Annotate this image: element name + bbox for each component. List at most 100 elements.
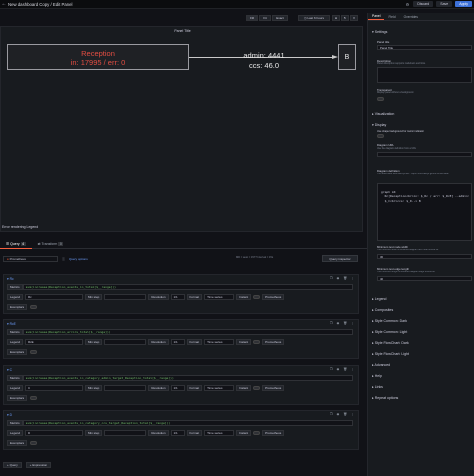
- metrics-label[interactable]: Metrics: [7, 375, 23, 381]
- metrics-label[interactable]: Metrics: [7, 420, 23, 426]
- back-arrow-icon[interactable]: ←: [0, 1, 8, 7]
- query-count-badge: 4: [20, 241, 26, 246]
- format-select[interactable]: Time series: [204, 339, 235, 345]
- format-select[interactable]: Time series: [204, 430, 235, 436]
- instant-toggle[interactable]: [253, 431, 261, 435]
- exemplars-toggle[interactable]: [30, 305, 38, 309]
- fill-toggle[interactable]: Fill: [246, 15, 258, 21]
- help-icon[interactable]: ⓘ: [62, 257, 65, 261]
- trash-icon[interactable]: 🗑: [343, 276, 347, 280]
- chevron-down-icon[interactable]: ▾: [350, 15, 358, 21]
- copy-icon[interactable]: ❐: [330, 412, 333, 416]
- add-query-button[interactable]: + Query: [3, 462, 22, 468]
- min-step-input[interactable]: [104, 339, 147, 345]
- query-options-link[interactable]: Query options: [69, 257, 88, 261]
- format-select[interactable]: Time series: [204, 294, 235, 300]
- eye-icon[interactable]: ◉: [337, 321, 340, 325]
- copy-icon[interactable]: ❐: [330, 276, 333, 280]
- panel-title-input[interactable]: Panel Title: [377, 45, 472, 50]
- eye-icon[interactable]: ◉: [337, 412, 340, 416]
- section-composites[interactable]: ▸ Composites: [372, 308, 393, 312]
- instant-toggle[interactable]: [253, 386, 261, 390]
- diagram-url-input[interactable]: [377, 152, 472, 157]
- section-repeat-options[interactable]: ▸ Repeat options: [372, 396, 398, 400]
- metrics-label[interactable]: Metrics: [7, 284, 23, 290]
- exemplars-toggle[interactable]: [30, 441, 38, 445]
- refresh-icon[interactable]: ↻: [341, 15, 349, 21]
- tab-query[interactable]: ☰ Query 4: [0, 240, 32, 249]
- eye-icon[interactable]: ◉: [337, 367, 340, 371]
- legend-input[interactable]: RcE: [25, 339, 84, 345]
- trash-icon[interactable]: 🗑: [343, 367, 347, 371]
- query-inspector-button[interactable]: Query inspector: [322, 255, 358, 262]
- tab-transform[interactable]: ⇄ Transform 0: [32, 240, 70, 249]
- gear-icon[interactable]: ⚙: [404, 1, 410, 7]
- min-edge-input[interactable]: 40: [377, 276, 472, 281]
- query-header[interactable]: ▾ RcE ❐ ◉ 🗑 ⋮: [4, 320, 358, 327]
- transparent-toggle[interactable]: [377, 97, 384, 101]
- section-style-common-dark[interactable]: ▸ Style Common: Dark: [372, 319, 407, 323]
- tab-overrides[interactable]: Overrides: [400, 13, 422, 20]
- zoom-out-icon[interactable]: ⊖: [332, 15, 340, 21]
- min-node-input[interactable]: 30: [377, 254, 472, 259]
- resolution-select[interactable]: 1/1: [170, 339, 185, 345]
- metrics-label[interactable]: Metrics: [7, 329, 23, 335]
- section-style-flowchart-light[interactable]: ▸ Style FlowChart: Light: [372, 352, 409, 356]
- tab-field[interactable]: Field: [384, 13, 399, 20]
- resolution-select[interactable]: 1/1: [170, 385, 185, 391]
- drag-handle-icon[interactable]: ⋮: [351, 367, 354, 371]
- trash-icon[interactable]: 🗑: [343, 412, 347, 416]
- promql-editor[interactable]: sum(increase(Reception_events_in_total[$…: [22, 284, 353, 290]
- eye-icon[interactable]: ◉: [337, 276, 340, 280]
- diagram-node-reception[interactable]: Reception in: 17995 / err: 0: [7, 44, 189, 70]
- panel-title[interactable]: Panel Title: [1, 29, 364, 33]
- instant-toggle[interactable]: [253, 340, 261, 344]
- instant-toggle[interactable]: [253, 295, 261, 299]
- query-header[interactable]: ▾ C ❐ ◉ 🗑 ⋮: [4, 366, 358, 373]
- drag-handle-icon[interactable]: ⋮: [351, 321, 354, 325]
- fit-toggle[interactable]: Fit: [259, 15, 271, 21]
- min-step-input[interactable]: [104, 294, 147, 300]
- legend-input[interactable]: C: [25, 385, 84, 391]
- drag-handle-icon[interactable]: ⋮: [351, 412, 354, 416]
- tab-panel[interactable]: Panel: [368, 13, 385, 20]
- promql-editor[interactable]: sum(increase(Reception_errors_total[$__r…: [22, 329, 353, 335]
- trash-icon[interactable]: 🗑: [343, 321, 347, 325]
- copy-icon[interactable]: ❐: [330, 321, 333, 325]
- min-step-input[interactable]: [104, 385, 147, 391]
- section-links[interactable]: ▸ Links: [372, 385, 383, 389]
- section-display[interactable]: ▾ Display: [372, 123, 386, 127]
- promql-editor[interactable]: sum(increase(Reception_events_in_categor…: [22, 420, 353, 426]
- resolution-select[interactable]: 1/1: [170, 430, 185, 436]
- exemplars-toggle[interactable]: [30, 396, 38, 400]
- apply-button[interactable]: Apply: [455, 1, 472, 7]
- section-advanced[interactable]: ▸ Advanced: [372, 363, 390, 367]
- resolution-select[interactable]: 1/1: [170, 294, 185, 300]
- definition-editor[interactable]: graph LR Rc[Reception<br>in: $_Rc / err:…: [377, 183, 472, 241]
- description-textarea[interactable]: [377, 67, 472, 83]
- section-help[interactable]: ▸ Help: [372, 374, 382, 378]
- save-button[interactable]: Save: [436, 1, 453, 7]
- drag-handle-icon[interactable]: ⋮: [351, 276, 354, 280]
- datasource-picker[interactable]: ● Prometheus: [3, 255, 58, 262]
- legend-input[interactable]: D: [25, 430, 84, 436]
- exact-toggle[interactable]: Exact: [272, 15, 288, 21]
- section-style-common-light[interactable]: ▸ Style Common: Light: [372, 330, 407, 334]
- section-settings[interactable]: ▾ Settings: [372, 30, 387, 34]
- promql-editor[interactable]: sum(increase(Reception_events_in_categor…: [22, 375, 353, 381]
- section-visualization[interactable]: ▸ Visualization: [372, 112, 394, 116]
- section-legend[interactable]: ▸ Legend: [372, 297, 386, 301]
- add-expression-button[interactable]: + Expression: [25, 462, 52, 468]
- legend-input[interactable]: Rc: [25, 294, 84, 300]
- min-step-input[interactable]: [104, 430, 147, 436]
- shape-bg-toggle[interactable]: [377, 134, 384, 138]
- format-select[interactable]: Time series: [204, 385, 235, 391]
- diagram-node-b[interactable]: B: [338, 44, 356, 70]
- query-header[interactable]: ▾ Rc ❐ ◉ 🗑 ⋮: [4, 275, 358, 282]
- copy-icon[interactable]: ❐: [330, 367, 333, 371]
- time-picker[interactable]: ◷ Last 6 hours: [298, 15, 330, 21]
- discard-button[interactable]: Discard: [413, 1, 434, 7]
- query-header[interactable]: ▾ D ❐ ◉ 🗑 ⋮: [4, 411, 358, 418]
- exemplars-toggle[interactable]: [30, 350, 38, 354]
- section-style-flowchart-dark[interactable]: ▸ Style FlowChart: Dark: [372, 341, 409, 345]
